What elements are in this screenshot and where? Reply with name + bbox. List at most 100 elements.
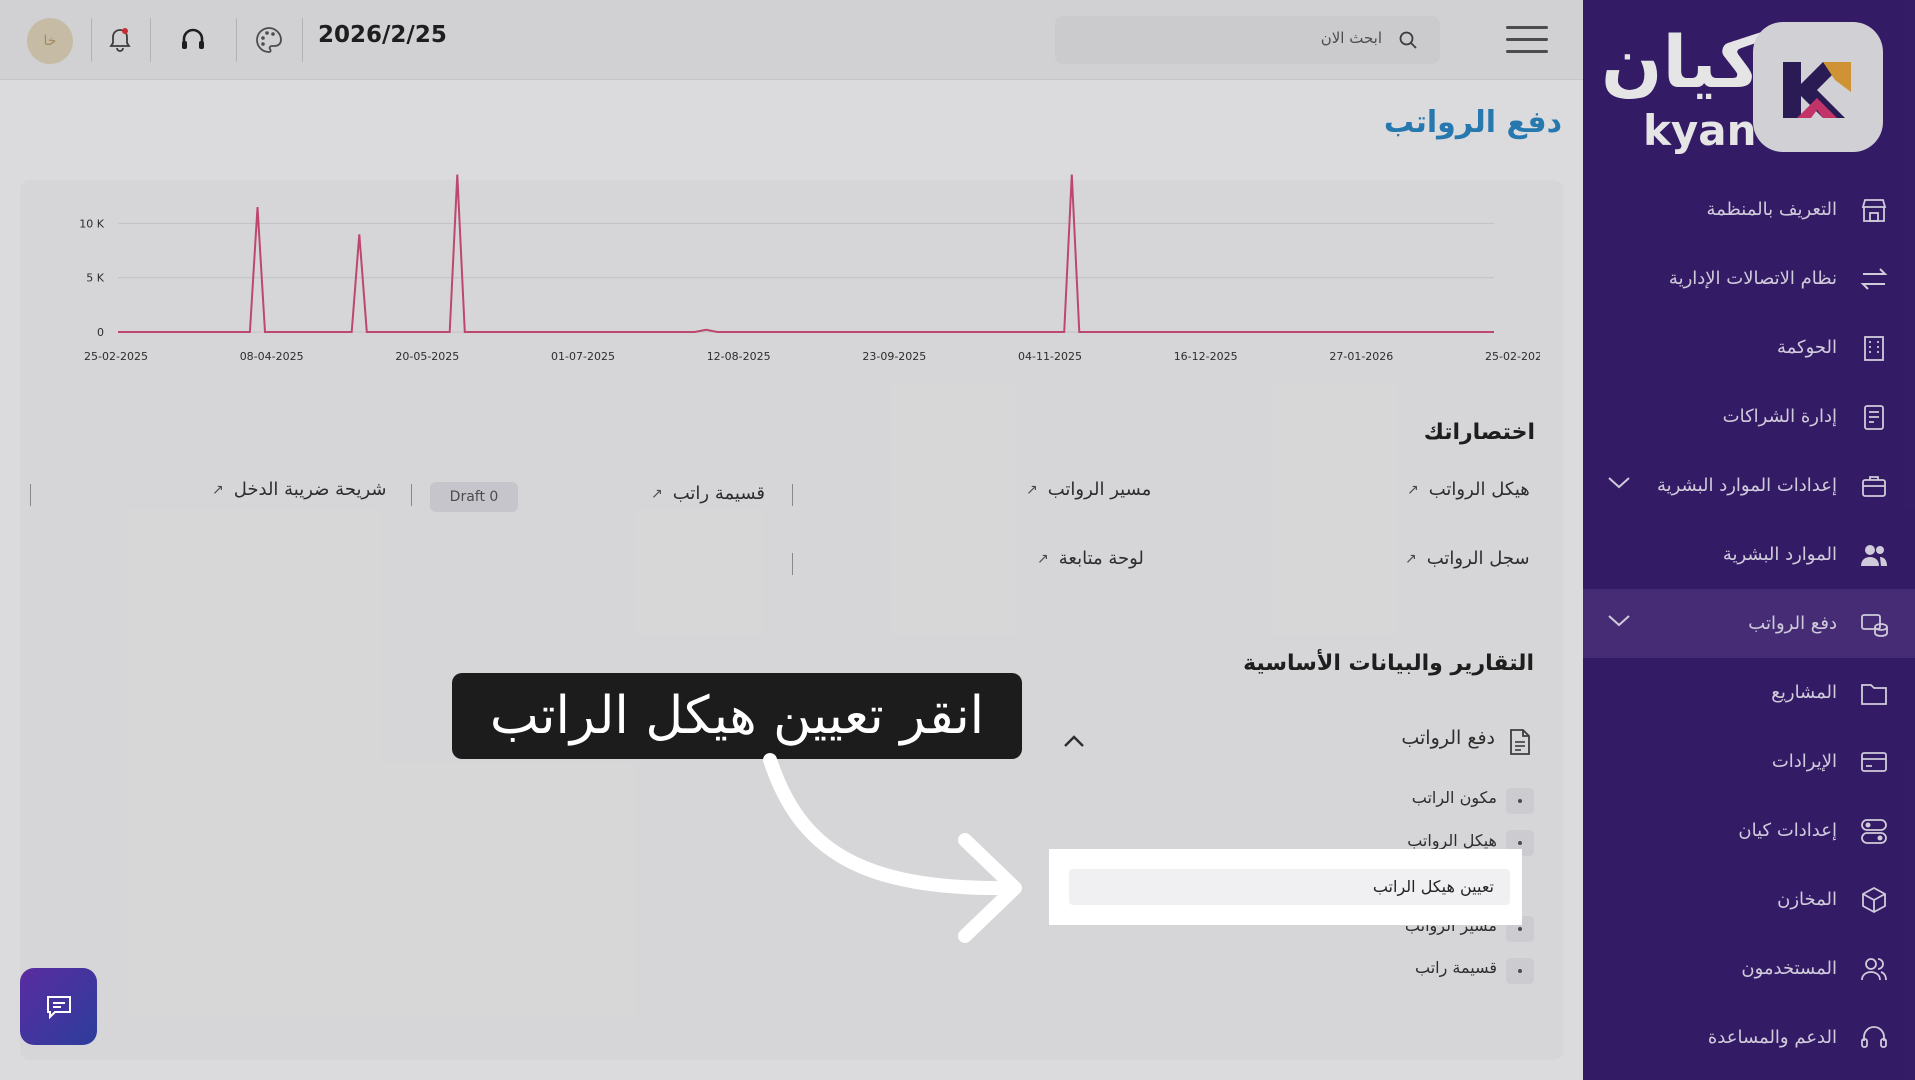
- arrow-up-right-icon: ↗: [1026, 481, 1038, 498]
- x-tick-label: 01-07-2025: [551, 350, 615, 363]
- sidebar-item[interactable]: التعريف بالمنظمة: [1583, 175, 1915, 244]
- series-line: [118, 174, 1494, 333]
- search-placeholder: ابحث الان: [1320, 29, 1382, 47]
- y-tick-label: 0: [97, 326, 104, 339]
- x-tick-label: 20-05-2025: [395, 350, 459, 363]
- x-tick-label: 25-02-2026: [1485, 350, 1540, 363]
- x-tick-label: 12-08-2025: [707, 350, 771, 363]
- card-icon: [1857, 745, 1891, 779]
- chat-support-button[interactable]: [20, 968, 97, 1045]
- brand-logo[interactable]: كيان kyan: [1601, 20, 1901, 160]
- sidebar-item-label: إعدادات كيان: [1738, 820, 1837, 841]
- arrow-up-right-icon: ↗: [1405, 550, 1417, 567]
- sidebar-item-label: التعريف بالمنظمة: [1706, 199, 1837, 220]
- report-item-payslip[interactable]: قسيمة راتب: [1415, 958, 1497, 977]
- shortcut-label: لوحة متابعة: [1058, 548, 1144, 569]
- draft-badge-label: Draft 0: [449, 489, 499, 505]
- payroll-icon: [1857, 607, 1891, 641]
- sidebar-item[interactable]: إعدادات الموارد البشرية: [1583, 451, 1915, 520]
- shortcut-payroll-log[interactable]: سجل الرواتب ↗: [1405, 548, 1530, 569]
- sidebar-item[interactable]: الموارد البشرية: [1583, 520, 1915, 589]
- sidebar-item-label: المشاريع: [1771, 682, 1837, 703]
- sidebar-item-label: دفع الرواتب: [1748, 613, 1837, 634]
- sidebar-item-label: نظام الاتصالات الإدارية: [1668, 268, 1837, 289]
- sidebar-item[interactable]: المستخدمون: [1583, 934, 1915, 1003]
- brand-mark-icon: [1753, 22, 1883, 152]
- report-item-assign-salary-structure[interactable]: تعيين هيكل الراتب: [1069, 869, 1510, 905]
- user-avatar[interactable]: خا: [27, 18, 73, 64]
- sidebar-item-label: المخازن: [1777, 889, 1837, 910]
- shortcut-income-tax-slab[interactable]: شريحة ضريبة الدخل ↗: [212, 479, 386, 500]
- shortcut-payroll-run[interactable]: مسير الرواتب ↗: [1026, 479, 1151, 500]
- shortcut-salary-structure[interactable]: هيكل الرواتب ↗: [1407, 479, 1530, 500]
- bell-icon[interactable]: [104, 24, 136, 56]
- divider: [30, 484, 31, 506]
- menu-toggle-icon[interactable]: [1506, 26, 1548, 62]
- report-item-salary-structure[interactable]: هيكل الرواتب: [1407, 831, 1497, 850]
- sidebar-item[interactable]: نظام الاتصالات الإدارية: [1583, 244, 1915, 313]
- sidebar-item[interactable]: الحوكمة: [1583, 313, 1915, 382]
- sidebar-item-label: المستخدمون: [1741, 958, 1837, 979]
- box-icon: [1857, 883, 1891, 917]
- x-tick-label: 25-02-2025: [84, 350, 148, 363]
- brand-name-ar: كيان: [1601, 20, 1761, 104]
- tutorial-callout: انقر تعيين هيكل الراتب: [452, 673, 1022, 759]
- search-icon: [1398, 30, 1418, 54]
- sidebar-item-label: الدعم والمساعدة: [1707, 1027, 1837, 1048]
- sidebar-item[interactable]: الإيرادات: [1583, 727, 1915, 796]
- sidebar-item-label: الحوكمة: [1776, 337, 1837, 358]
- payroll-line-chart: 0 5 K 10 K 25-02-2025 08-04-2025 20-05-2025 01…: [79, 174, 1540, 363]
- x-tick-label: 23-09-2025: [862, 350, 926, 363]
- shortcut-dashboard[interactable]: لوحة متابعة ↗: [1037, 548, 1144, 569]
- building-icon: [1857, 331, 1891, 365]
- arrow-up-right-icon: ↗: [651, 485, 663, 502]
- document-icon: [1857, 400, 1891, 434]
- current-date: 2026/2/25: [318, 22, 447, 48]
- sidebar-item-label: الإيرادات: [1771, 751, 1837, 772]
- divider: [302, 18, 303, 62]
- divider: [411, 484, 412, 506]
- sidebar-item[interactable]: دفع الرواتب: [1583, 589, 1915, 658]
- divider: [91, 18, 92, 62]
- reports-title: التقارير والبيانات الأساسية: [1243, 651, 1534, 676]
- shortcut-label: قسيمة راتب: [672, 483, 765, 504]
- sidebar-item[interactable]: الدعم والمساعدة: [1583, 1003, 1915, 1072]
- callout-text: انقر تعيين هيكل الراتب: [489, 686, 985, 746]
- chevron-down-icon[interactable]: [1607, 613, 1631, 632]
- store-icon: [1857, 193, 1891, 227]
- user-group-icon: [1857, 952, 1891, 986]
- palette-icon[interactable]: [253, 24, 285, 56]
- headset-icon[interactable]: [177, 24, 209, 56]
- divider: [792, 553, 793, 575]
- payroll-reports-group[interactable]: دفع الرواتب: [1401, 727, 1495, 749]
- chevron-up-icon[interactable]: [1063, 733, 1085, 752]
- sidebar-item-label: إعدادات الموارد البشرية: [1656, 475, 1837, 496]
- sidebar-item-label: الموارد البشرية: [1722, 544, 1837, 565]
- divider: [150, 18, 151, 62]
- x-tick-label: 27-01-2026: [1329, 350, 1393, 363]
- search-input[interactable]: ابحث الان: [1055, 16, 1440, 64]
- sidebar-item[interactable]: إعدادات كيان: [1583, 796, 1915, 865]
- x-tick-label: 08-04-2025: [240, 350, 304, 363]
- y-tick-label: 10 K: [79, 217, 104, 230]
- settings-toggle-icon: [1857, 814, 1891, 848]
- sidebar-item[interactable]: المخازن: [1583, 865, 1915, 934]
- sidebar-item[interactable]: المشاريع: [1583, 658, 1915, 727]
- sidebar-item[interactable]: إدارة الشراكات: [1583, 382, 1915, 451]
- shortcut-label: مسير الرواتب: [1047, 479, 1152, 500]
- list-bullet: [1506, 788, 1534, 814]
- shortcut-label: هيكل الرواتب: [1428, 479, 1530, 500]
- divider: [792, 484, 793, 506]
- shortcut-payslip[interactable]: قسيمة راتب ↗: [651, 483, 765, 504]
- x-tick-label: 04-11-2025: [1018, 350, 1082, 363]
- chevron-down-icon[interactable]: [1607, 475, 1631, 494]
- arrow-up-right-icon: ↗: [212, 481, 224, 498]
- document-icon: [1508, 728, 1532, 760]
- arrow-up-right-icon: ↗: [1037, 550, 1049, 567]
- y-tick-label: 5 K: [86, 272, 104, 285]
- sidebar-item-label: إدارة الشراكات: [1722, 406, 1837, 427]
- page-title: دفع الرواتب: [1383, 105, 1562, 140]
- arrow-up-right-icon: ↗: [1407, 481, 1419, 498]
- report-item-salary-component[interactable]: مكون الراتب: [1412, 788, 1497, 807]
- shortcut-label: سجل الرواتب: [1426, 548, 1530, 569]
